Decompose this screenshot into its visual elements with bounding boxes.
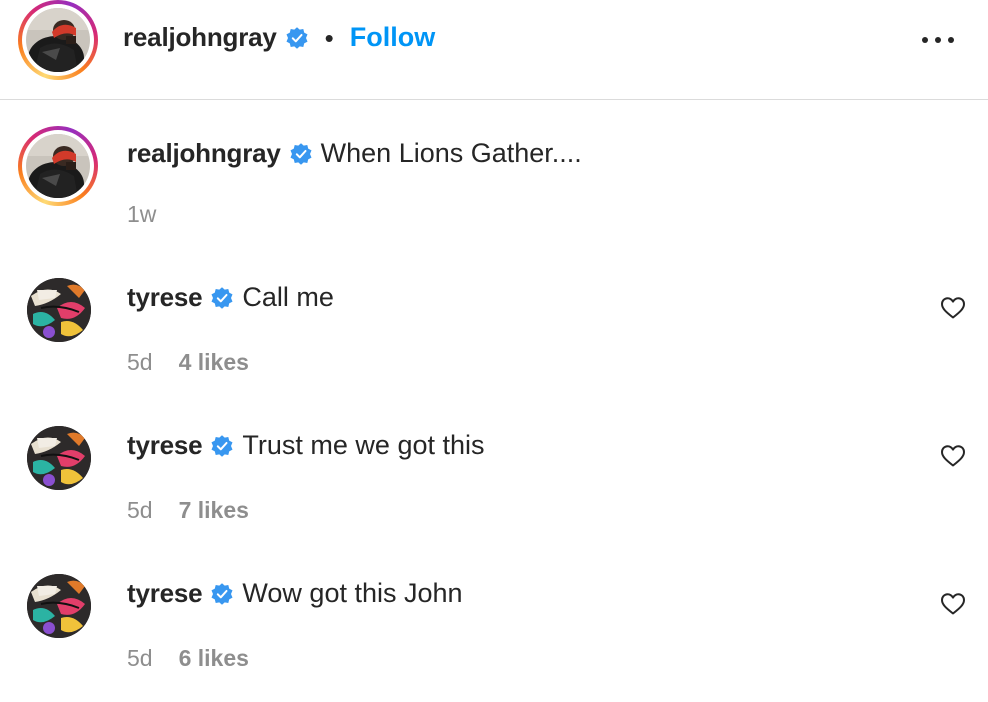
comment-username[interactable]: tyrese bbox=[127, 578, 203, 609]
comment-username[interactable]: tyrese bbox=[127, 282, 203, 313]
like-comment-button[interactable] bbox=[940, 296, 966, 320]
verified-badge-icon bbox=[211, 434, 233, 457]
caption-author-avatar[interactable] bbox=[18, 126, 98, 206]
commenter-avatar[interactable] bbox=[27, 574, 91, 638]
header-username[interactable]: realjohngray bbox=[123, 22, 277, 53]
comment-likes[interactable]: 7 likes bbox=[179, 497, 249, 524]
comment-username[interactable]: tyrese bbox=[127, 430, 203, 461]
comment-timestamp[interactable]: 5d bbox=[127, 497, 153, 524]
comment-timestamp[interactable]: 5d bbox=[127, 349, 153, 376]
verified-badge-icon bbox=[211, 582, 233, 605]
comment-text: Wow got this John bbox=[242, 578, 463, 608]
commenter-avatar[interactable] bbox=[27, 426, 91, 490]
post-header: realjohngray • Follow bbox=[0, 0, 988, 100]
heart-icon bbox=[941, 297, 965, 319]
comment-likes[interactable]: 4 likes bbox=[179, 349, 249, 376]
more-options-button[interactable] bbox=[918, 28, 958, 52]
verified-badge-icon bbox=[290, 142, 312, 165]
caption-text: When Lions Gather.... bbox=[320, 138, 582, 168]
caption-line: realjohngray When Lions Gather.... bbox=[127, 138, 582, 169]
comment-timestamp[interactable]: 5d bbox=[127, 645, 153, 672]
author-avatar[interactable] bbox=[18, 0, 98, 80]
separator-dot: • bbox=[324, 22, 334, 53]
comment-meta: 5d 4 likes bbox=[127, 349, 249, 376]
comment-meta: 5d 7 likes bbox=[127, 497, 249, 524]
heart-icon bbox=[941, 445, 965, 467]
comment-line: tyrese Wow got this John bbox=[127, 578, 463, 609]
commenter-avatar[interactable] bbox=[27, 278, 91, 342]
heart-icon bbox=[941, 593, 965, 615]
like-comment-button[interactable] bbox=[940, 592, 966, 616]
comment-text: Call me bbox=[242, 282, 334, 312]
header-author: realjohngray • Follow bbox=[123, 22, 435, 53]
caption-meta: 1w bbox=[127, 201, 156, 228]
like-comment-button[interactable] bbox=[940, 444, 966, 468]
comment-line: tyrese Trust me we got this bbox=[127, 430, 485, 461]
comment-text: Trust me we got this bbox=[242, 430, 485, 460]
verified-badge-icon bbox=[286, 26, 308, 49]
author-photo bbox=[26, 8, 90, 72]
caption-timestamp[interactable]: 1w bbox=[127, 201, 156, 228]
author-photo bbox=[26, 134, 90, 198]
comment-meta: 5d 6 likes bbox=[127, 645, 249, 672]
commenter-photo bbox=[27, 426, 91, 490]
commenter-photo bbox=[27, 278, 91, 342]
comment-likes[interactable]: 6 likes bbox=[179, 645, 249, 672]
more-horizontal-icon bbox=[922, 37, 954, 43]
commenter-photo bbox=[27, 574, 91, 638]
follow-button[interactable]: Follow bbox=[350, 22, 435, 53]
comment-line: tyrese Call me bbox=[127, 282, 334, 313]
caption-username[interactable]: realjohngray bbox=[127, 138, 281, 169]
verified-badge-icon bbox=[211, 286, 233, 309]
